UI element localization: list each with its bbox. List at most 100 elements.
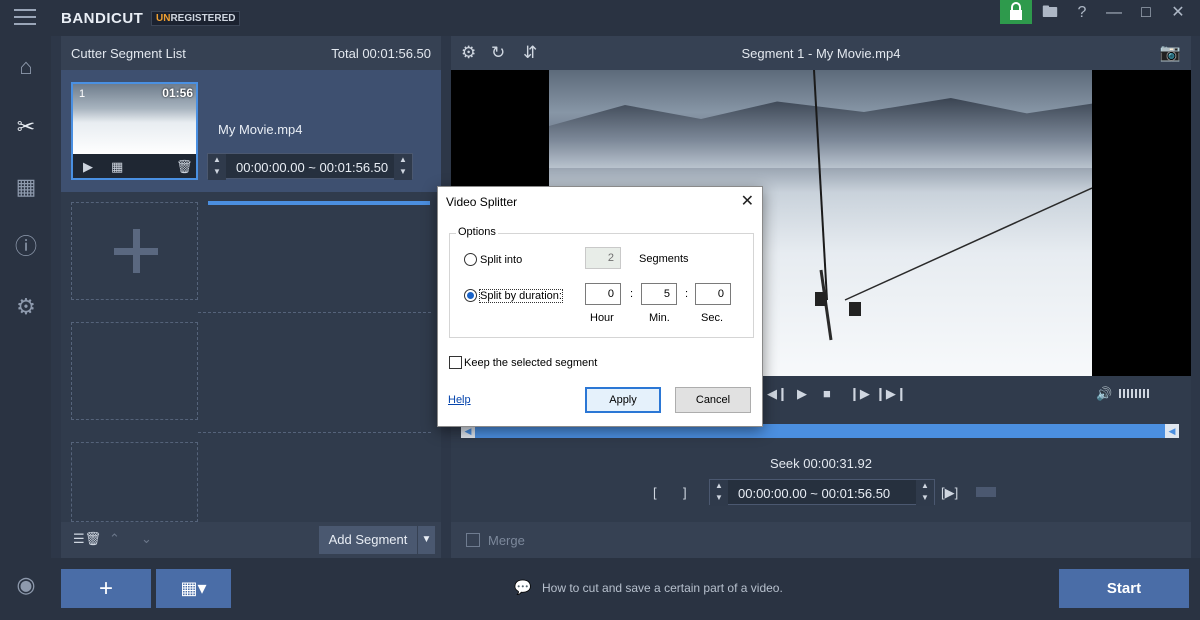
hour-min-separator: : [630,288,634,300]
split-by-duration-label[interactable]: Split by duration: [479,289,563,303]
split-into-label[interactable]: Split into [480,254,522,266]
segment-time-text[interactable]: 00:00:00.00 ~ 00:01:56.50 [236,160,388,175]
second-input[interactable]: 0 [695,283,731,305]
options-label: Options [456,226,498,238]
segment-progress-bar [208,201,430,205]
mark-end-icon[interactable]: ] [683,485,687,500]
segment-duration: 01:56 [162,86,193,100]
move-up-icon[interactable]: ⌃ [109,531,120,547]
title-bar: BANDICUT UNREGISTERED 🖿 ? — □ ✕ [0,0,1200,36]
timeline-end-handle[interactable]: ◀ [1165,424,1179,438]
move-down-icon[interactable]: ⌄ [141,531,152,547]
dialog-title: Video Splitter [446,195,518,209]
folder-icon[interactable]: 🖿 [1040,5,1060,21]
slot-divider [198,432,431,433]
split-into-radio[interactable] [464,253,477,266]
minute-input[interactable]: 5 [641,283,677,305]
close-icon[interactable]: ✕ [1168,5,1188,21]
record-icon[interactable]: ◉ [13,572,39,598]
slot-divider [198,312,431,313]
video-splitter-dialog: Video Splitter ✕ Options Split into 2 Se… [437,186,763,427]
split-by-duration-radio[interactable] [464,289,477,302]
segment-filename: My Movie.mp4 [218,122,303,137]
dialog-close-icon[interactable]: ✕ [741,191,754,211]
unregistered-suffix: REGISTERED [170,13,236,24]
segment-total-duration: Total 00:01:56.50 [331,46,431,61]
minimize-icon[interactable]: — [1104,5,1124,21]
next-frame-icon[interactable]: ❙▶ [849,386,870,402]
thumbnail-controls: ▶ ▦ 🗑 [73,154,196,178]
register-lock-button[interactable] [1000,0,1032,24]
segment-time-range[interactable]: ▲ ▼ 00:00:00.00 ~ 00:01:56.50 ▲ ▼ [207,153,413,180]
help-tip-text[interactable]: How to cut and save a certain part of a … [542,581,783,595]
apply-button[interactable]: Apply [585,387,661,413]
help-icon[interactable]: ? [1072,5,1092,21]
toggle-icon[interactable] [976,487,996,497]
play-range-icon[interactable]: [▶] [941,485,958,501]
segment-thumbnail[interactable]: 1 01:56 ▶ ▦ 🗑 [71,82,198,180]
unregistered-prefix: UN [156,13,171,24]
segments-count-input[interactable]: 2 [585,247,621,269]
start-time-spinner[interactable]: ▲ ▼ [208,154,226,180]
minute-label: Min. [649,312,670,324]
chat-tip-icon: 💬 [514,579,532,595]
brand-cut-text: CUT [111,10,144,27]
clear-list-icon[interactable]: ☰🗑 [73,531,101,547]
stop-icon[interactable]: ■ [823,386,831,401]
mark-start-icon[interactable]: [ [653,485,657,500]
cut-range-box[interactable]: ▲ ▼ 00:00:00.00 ~ 00:01:56.50 ▲ ▼ [709,479,935,506]
hour-label: Hour [590,312,614,324]
empty-segment-slot [71,442,198,522]
play-icon[interactable]: ▶ [797,386,807,402]
hour-input[interactable]: 0 [585,283,621,305]
trash-icon[interactable]: 🗑 [176,159,193,175]
end-icon[interactable]: ❙▶❙ [875,386,907,402]
merge-label: Merge [488,533,525,548]
range-end-spinner[interactable]: ▲ ▼ [916,480,934,506]
maximize-icon[interactable]: □ [1136,5,1156,21]
cancel-button[interactable]: Cancel [675,387,751,413]
preview-footer: Merge [451,522,1191,558]
segment-row[interactable]: 1 01:56 ▶ ▦ 🗑 My Movie.mp4 ▲ ▼ 00:00:00.0… [61,70,441,205]
output-format-button[interactable]: ▦▾ [156,569,231,608]
prev-frame-icon[interactable]: ◀❙ [767,386,788,402]
add-plus-icon [114,229,158,273]
second-label: Sec. [701,312,724,324]
seek-position: Seek 00:00:31.92 [770,456,872,471]
preview-header: ⚙ ↻ ⇵ Segment 1 - My Movie.mp4 📷 [451,36,1191,70]
left-sidebar: ⌂ ✂ ▦ ⓘ ⚙ ◉ [0,36,51,620]
bandicut-window: BANDICUT UNREGISTERED 🖿 ? — □ ✕ ⌂ ✂ ▦ ⓘ … [0,0,1200,620]
add-segment-dropdown-icon[interactable]: ▼ [418,526,435,554]
film-icon[interactable]: ▦ [13,174,39,200]
unregistered-badge: UNREGISTERED [151,11,241,26]
cut-range-text[interactable]: 00:00:00.00 ~ 00:01:56.50 [738,486,890,501]
volume-icon[interactable]: 🔊 [1096,386,1112,402]
segment-index: 1 [79,88,86,100]
keep-segment-checkbox[interactable] [449,356,462,369]
segment-list-panel: Cutter Segment List Total 00:01:56.50 1 … [61,36,441,558]
options-group: Options Split into 2 Segments Split by d… [449,226,754,338]
add-file-button[interactable]: + [61,569,151,608]
start-button[interactable]: Start [1059,569,1189,608]
home-icon[interactable]: ⌂ [13,54,39,80]
play-icon[interactable]: ▶ [83,159,93,175]
range-start-spinner[interactable]: ▲ ▼ [710,480,728,506]
empty-segment-slot [71,322,198,420]
brand-logo: BANDICUT [61,10,143,27]
volume-slider[interactable] [1119,389,1151,398]
merge-checkbox[interactable] [466,533,480,547]
preview-title: Segment 1 - My Movie.mp4 [741,46,901,61]
add-segment-button[interactable]: Add Segment [319,526,417,554]
brand-text: BANDI [61,10,111,27]
info-icon[interactable]: ⓘ [13,234,39,260]
settings-gear-icon[interactable]: ⚙ [13,294,39,320]
cutter-icon[interactable]: ✂ [13,114,39,140]
empty-segment-slot[interactable] [71,202,198,300]
segment-list-footer: ☰🗑 ⌃ ⌄ Add Segment ▼ [61,522,441,558]
end-time-spinner[interactable]: ▲ ▼ [394,154,412,180]
help-link[interactable]: Help [448,394,471,406]
hamburger-menu-icon[interactable] [14,9,36,27]
grid-icon[interactable]: ▦ [111,159,123,175]
keep-segment-label[interactable]: Keep the selected segment [464,357,597,369]
camera-snapshot-icon[interactable]: 📷 [1160,43,1181,63]
